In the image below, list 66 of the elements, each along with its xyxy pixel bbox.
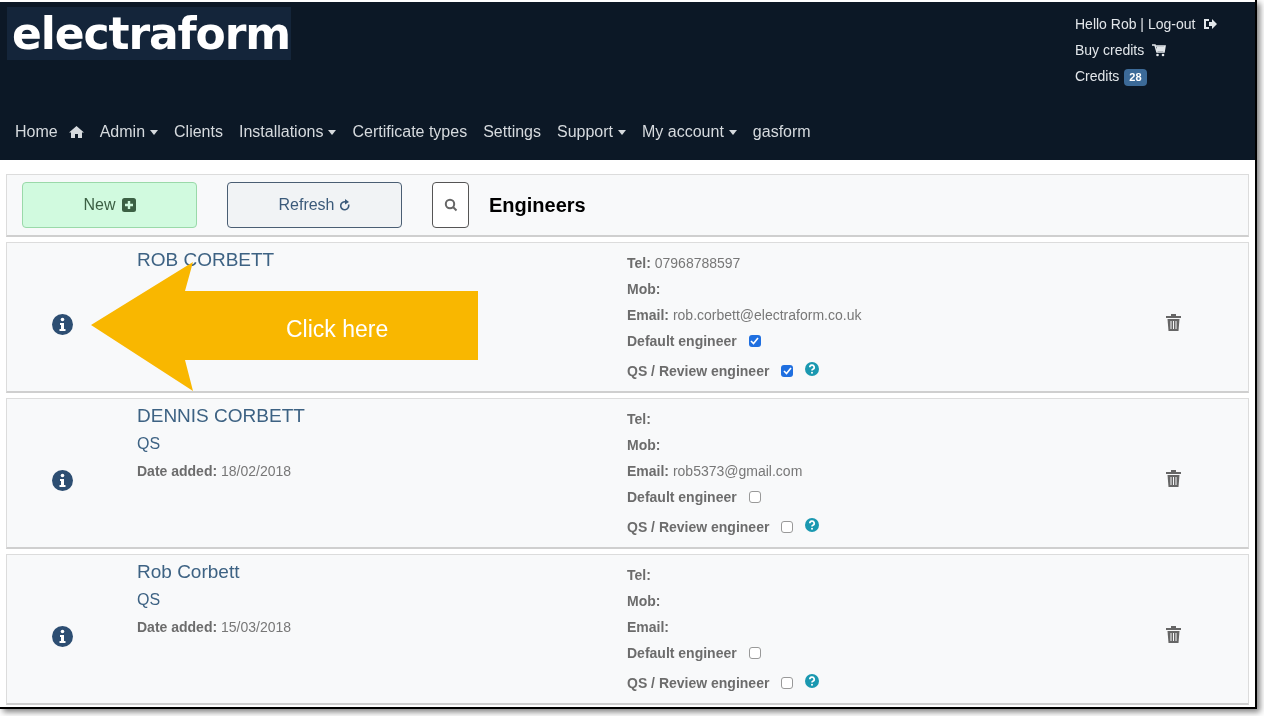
search-icon [443, 198, 458, 212]
new-button[interactable]: New [22, 182, 197, 228]
help-icon[interactable] [805, 674, 820, 688]
checkbox-label: QS / Review engineer [627, 674, 770, 693]
engineer-role: QS [137, 434, 162, 454]
home-icon [68, 126, 84, 138]
search-button[interactable] [432, 182, 469, 228]
nav-item[interactable]: Installations [238, 120, 337, 144]
checkbox-label: QS / Review engineer [627, 362, 770, 381]
checkbox-label: Default engineer [627, 332, 737, 351]
header-link[interactable]: Credits [1075, 65, 1120, 87]
nav-item[interactable]: Support [557, 120, 627, 144]
caret-icon [150, 129, 159, 135]
checkbox-label: QS / Review engineer [627, 518, 770, 537]
cart-icon [1152, 43, 1167, 57]
checkbox[interactable] [748, 647, 761, 659]
checkbox[interactable] [781, 677, 794, 689]
contact-detail: Mob: [627, 280, 662, 299]
nav-item[interactable]: Settings [483, 120, 541, 144]
plus-icon [121, 198, 136, 212]
contact-detail: Mob: [627, 436, 662, 455]
engineer-name[interactable]: Rob Corbett [137, 560, 627, 584]
checkbox-label: Default engineer [627, 488, 737, 507]
engineer-name[interactable]: ROB CORBETT [137, 248, 627, 272]
nav-item[interactable]: Admin [99, 120, 159, 144]
nav-item[interactable]: Clients [174, 120, 223, 144]
contact-detail: Email: rob5373@gmail.com [627, 462, 804, 481]
nav-item[interactable]: Certificate types [352, 120, 468, 144]
contact-detail: Tel: [627, 566, 652, 585]
refresh-button[interactable]: Refresh [227, 182, 402, 228]
page-title: Engineers [489, 193, 586, 218]
engineer-role: QS [137, 590, 162, 610]
callout-text: Click here [286, 315, 389, 344]
caret-icon [618, 129, 627, 135]
caret-icon [328, 129, 337, 135]
info-icon[interactable] [51, 625, 73, 647]
nav-item[interactable]: Home [15, 120, 84, 144]
trash-icon[interactable] [1165, 469, 1181, 487]
contact-detail: Email: rob.corbett@electraform.co.uk [627, 306, 863, 325]
nav-item[interactable]: gasform [752, 120, 811, 144]
help-icon[interactable] [805, 362, 820, 376]
checkbox[interactable] [748, 335, 761, 347]
help-icon[interactable] [805, 518, 820, 532]
info-icon[interactable] [51, 469, 73, 491]
nav-item[interactable]: My account [642, 120, 737, 144]
contact-detail: Mob: [627, 592, 662, 611]
refresh-icon [339, 198, 351, 212]
logo[interactable]: electraform [7, 7, 291, 60]
contact-detail: Tel: [627, 410, 652, 429]
contact-detail: Tel: 07968788597 [627, 254, 742, 273]
checkbox[interactable] [781, 521, 794, 533]
logout-icon [1203, 18, 1218, 30]
info-icon[interactable] [51, 313, 73, 335]
checkbox[interactable] [781, 365, 794, 377]
header-link[interactable]: Hello Rob | Log-out [1075, 13, 1196, 35]
trash-icon[interactable] [1165, 625, 1181, 643]
date-added: Date added: 18/02/2018 [137, 462, 293, 481]
checkbox[interactable] [748, 491, 761, 503]
contact-detail: Email: [627, 618, 670, 637]
header-link[interactable]: Buy credits [1075, 39, 1145, 61]
checkbox-label: Default engineer [627, 644, 737, 663]
engineer-name[interactable]: DENNIS CORBETT [137, 404, 627, 428]
trash-icon[interactable] [1165, 313, 1181, 331]
credits-badge: 28 [1124, 69, 1147, 86]
caret-icon [728, 129, 737, 135]
date-added: Date added: 15/03/2018 [137, 618, 293, 637]
